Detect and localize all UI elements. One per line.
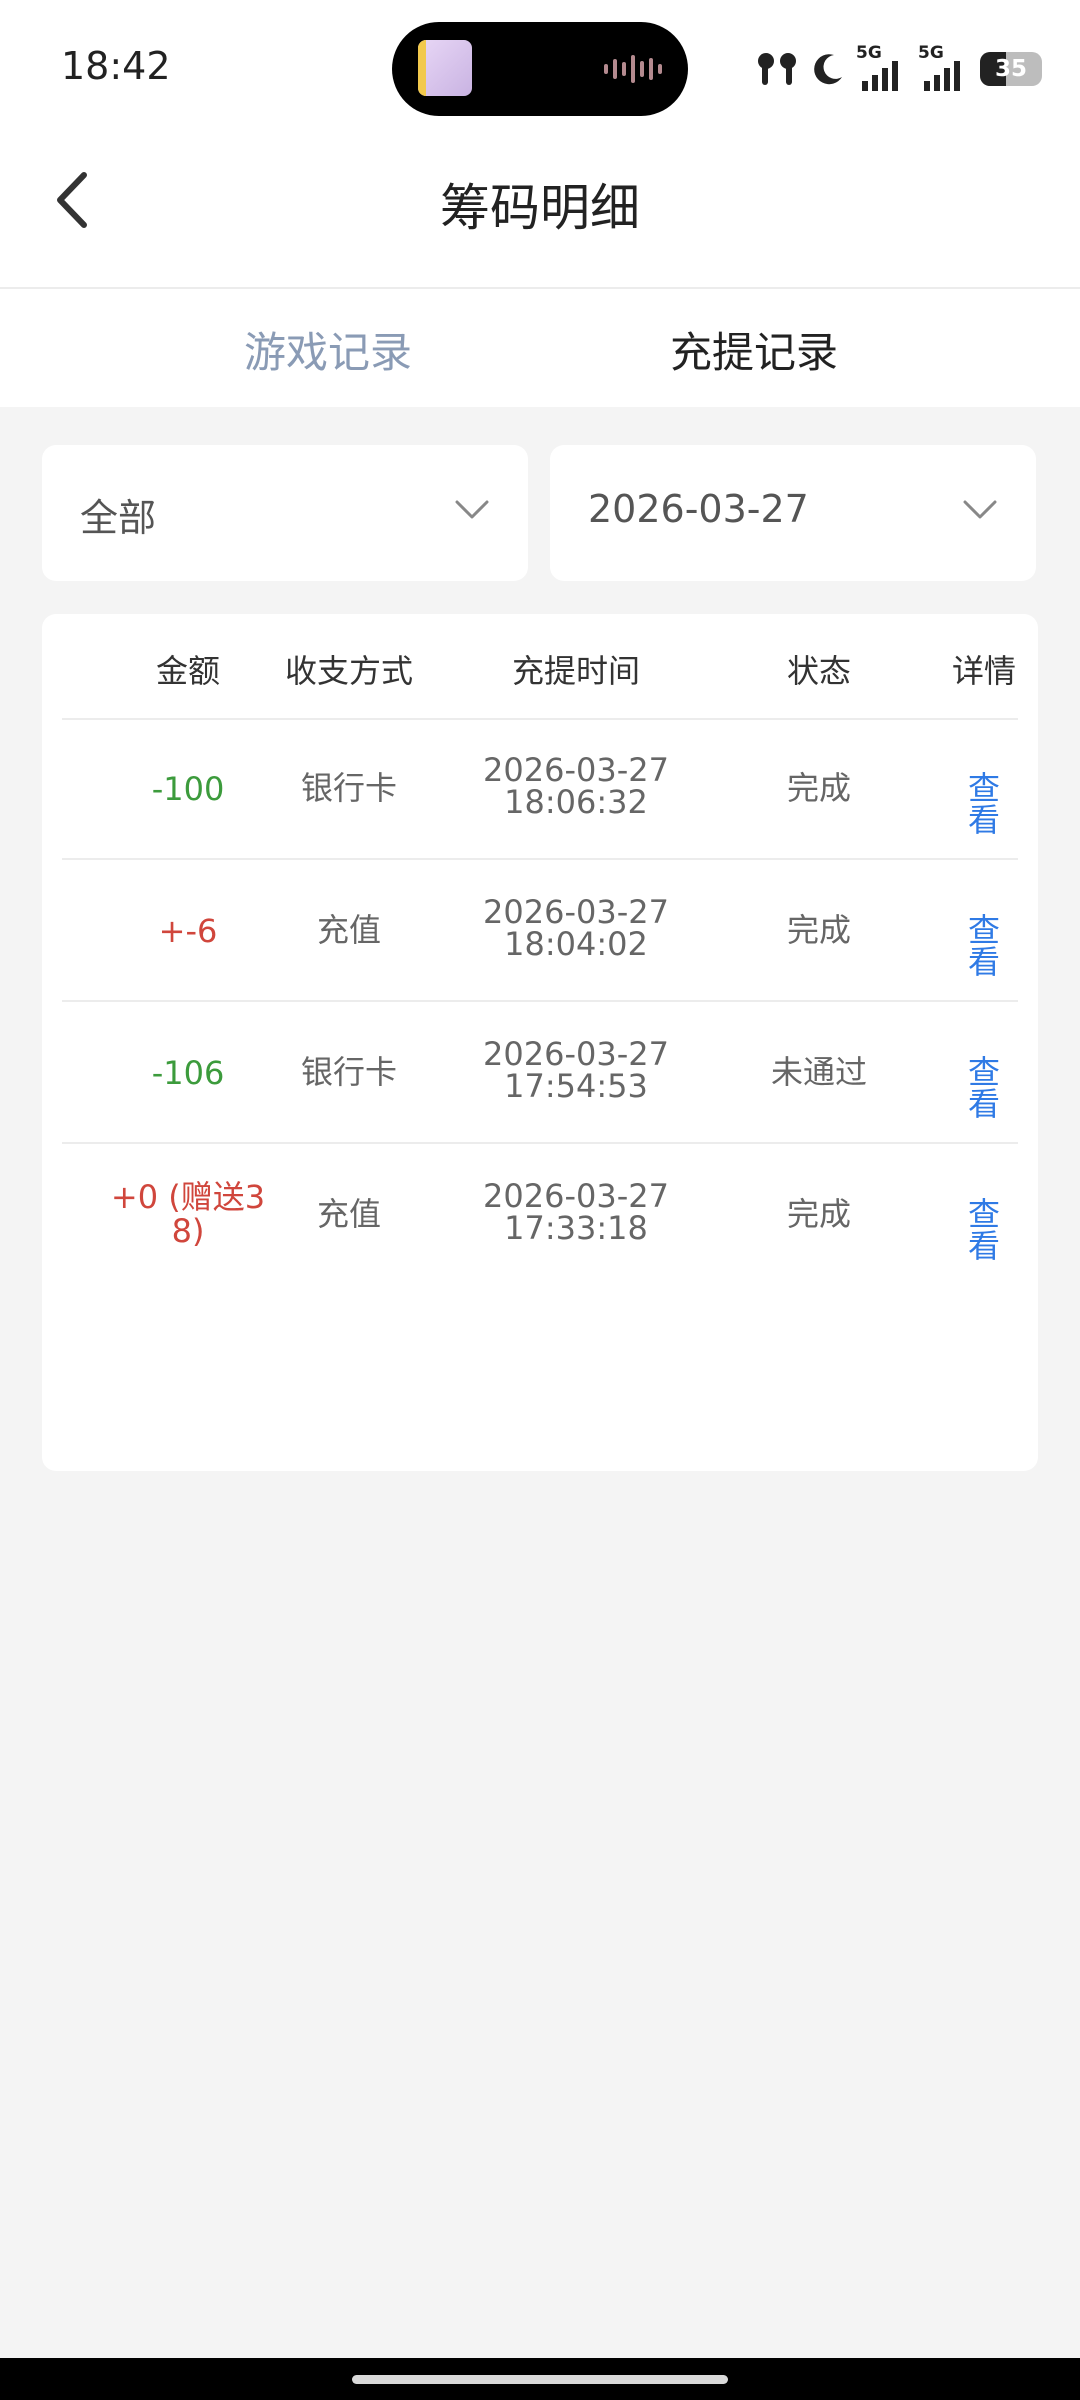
date-filter-dropdown[interactable]: 2026-03-27: [550, 445, 1036, 581]
column-header-detail: 详情: [951, 652, 1017, 690]
record-tabs: 游戏记录 充提记录: [0, 289, 1080, 407]
row-method: 银行卡: [300, 1053, 398, 1091]
row-amount-line2: 8): [171, 1212, 205, 1250]
row-method: 银行卡: [300, 769, 398, 807]
status-bar: 18:42 5G 5G 35: [0, 0, 1080, 135]
page-title: 筹码明细: [440, 179, 640, 237]
signal-5g-icon-2: 5G: [918, 43, 970, 91]
column-header-status: 状态: [786, 652, 852, 690]
row-time: 18:06:32: [504, 783, 648, 821]
view-detail-link[interactable]: 查看: [967, 914, 1001, 978]
row-date: 2026-03-27: [483, 893, 669, 931]
row-time: 17:33:18: [504, 1209, 648, 1247]
row-amount: -100: [151, 770, 225, 808]
row-amount: -106: [151, 1054, 225, 1092]
row-time: 18:04:02: [504, 925, 648, 963]
audio-wave-icon: [604, 54, 662, 84]
row-status: 未通过: [770, 1053, 868, 1091]
gesture-bar: [0, 2358, 1080, 2400]
row-amount: +-6: [158, 912, 218, 950]
signal-5g-icon-1: 5G: [856, 43, 908, 91]
dynamic-island[interactable]: [392, 22, 688, 116]
column-header-amount: 金额: [155, 652, 221, 690]
row-time: 17:54:53: [504, 1067, 648, 1105]
row-method: 充值: [316, 1195, 382, 1233]
table-row: +-6 充值 2026-03-27 18:04:02 完成 查看: [62, 860, 1018, 1002]
date-filter-value: 2026-03-27: [588, 487, 809, 531]
table-row: +0 (赠送3 8) 充值 2026-03-27 17:33:18 完成 查看: [62, 1144, 1018, 1284]
column-header-time: 充提时间: [511, 652, 641, 690]
table-row: -100 银行卡 2026-03-27 18:06:32 完成 查看: [62, 718, 1018, 860]
view-detail-link[interactable]: 查看: [967, 1056, 1001, 1120]
row-status: 完成: [786, 1195, 852, 1233]
battery-icon: 35: [980, 52, 1042, 86]
records-table: 金额 收支方式 充提时间 状态 详情 -100 银行卡 2026-03-27 1…: [42, 614, 1038, 1471]
now-playing-thumbnail: [418, 40, 472, 96]
tab-game-records[interactable]: 游戏记录: [244, 319, 412, 380]
home-indicator[interactable]: [352, 2375, 728, 2384]
type-filter-value: 全部: [80, 496, 157, 540]
type-filter-dropdown[interactable]: 全部: [42, 445, 528, 581]
tab-deposit-withdraw-records[interactable]: 充提记录: [670, 319, 838, 380]
moon-icon: [814, 54, 842, 85]
column-header-method: 收支方式: [284, 652, 414, 690]
row-date: 2026-03-27: [483, 1177, 669, 1215]
table-row: -106 银行卡 2026-03-27 17:54:53 未通过 查看: [62, 1002, 1018, 1144]
status-time: 18:42: [61, 44, 171, 88]
chevron-down-icon: [455, 500, 489, 519]
battery-level: 35: [994, 56, 1027, 82]
table-header: 金额 收支方式 充提时间 状态 详情: [62, 614, 1018, 720]
row-status: 完成: [786, 769, 852, 807]
row-method: 充值: [316, 911, 382, 949]
row-status: 完成: [786, 911, 852, 949]
earbuds-icon: [758, 53, 796, 85]
view-detail-link[interactable]: 查看: [967, 1198, 1001, 1262]
row-amount: +0 (赠送3: [110, 1178, 266, 1216]
row-date: 2026-03-27: [483, 751, 669, 789]
row-date: 2026-03-27: [483, 1035, 669, 1073]
navigation-bar: 筹码明细: [0, 135, 1080, 289]
status-icons: 5G 5G 35: [754, 42, 1042, 96]
view-detail-link[interactable]: 查看: [967, 772, 1001, 836]
chevron-down-icon: [963, 500, 997, 519]
